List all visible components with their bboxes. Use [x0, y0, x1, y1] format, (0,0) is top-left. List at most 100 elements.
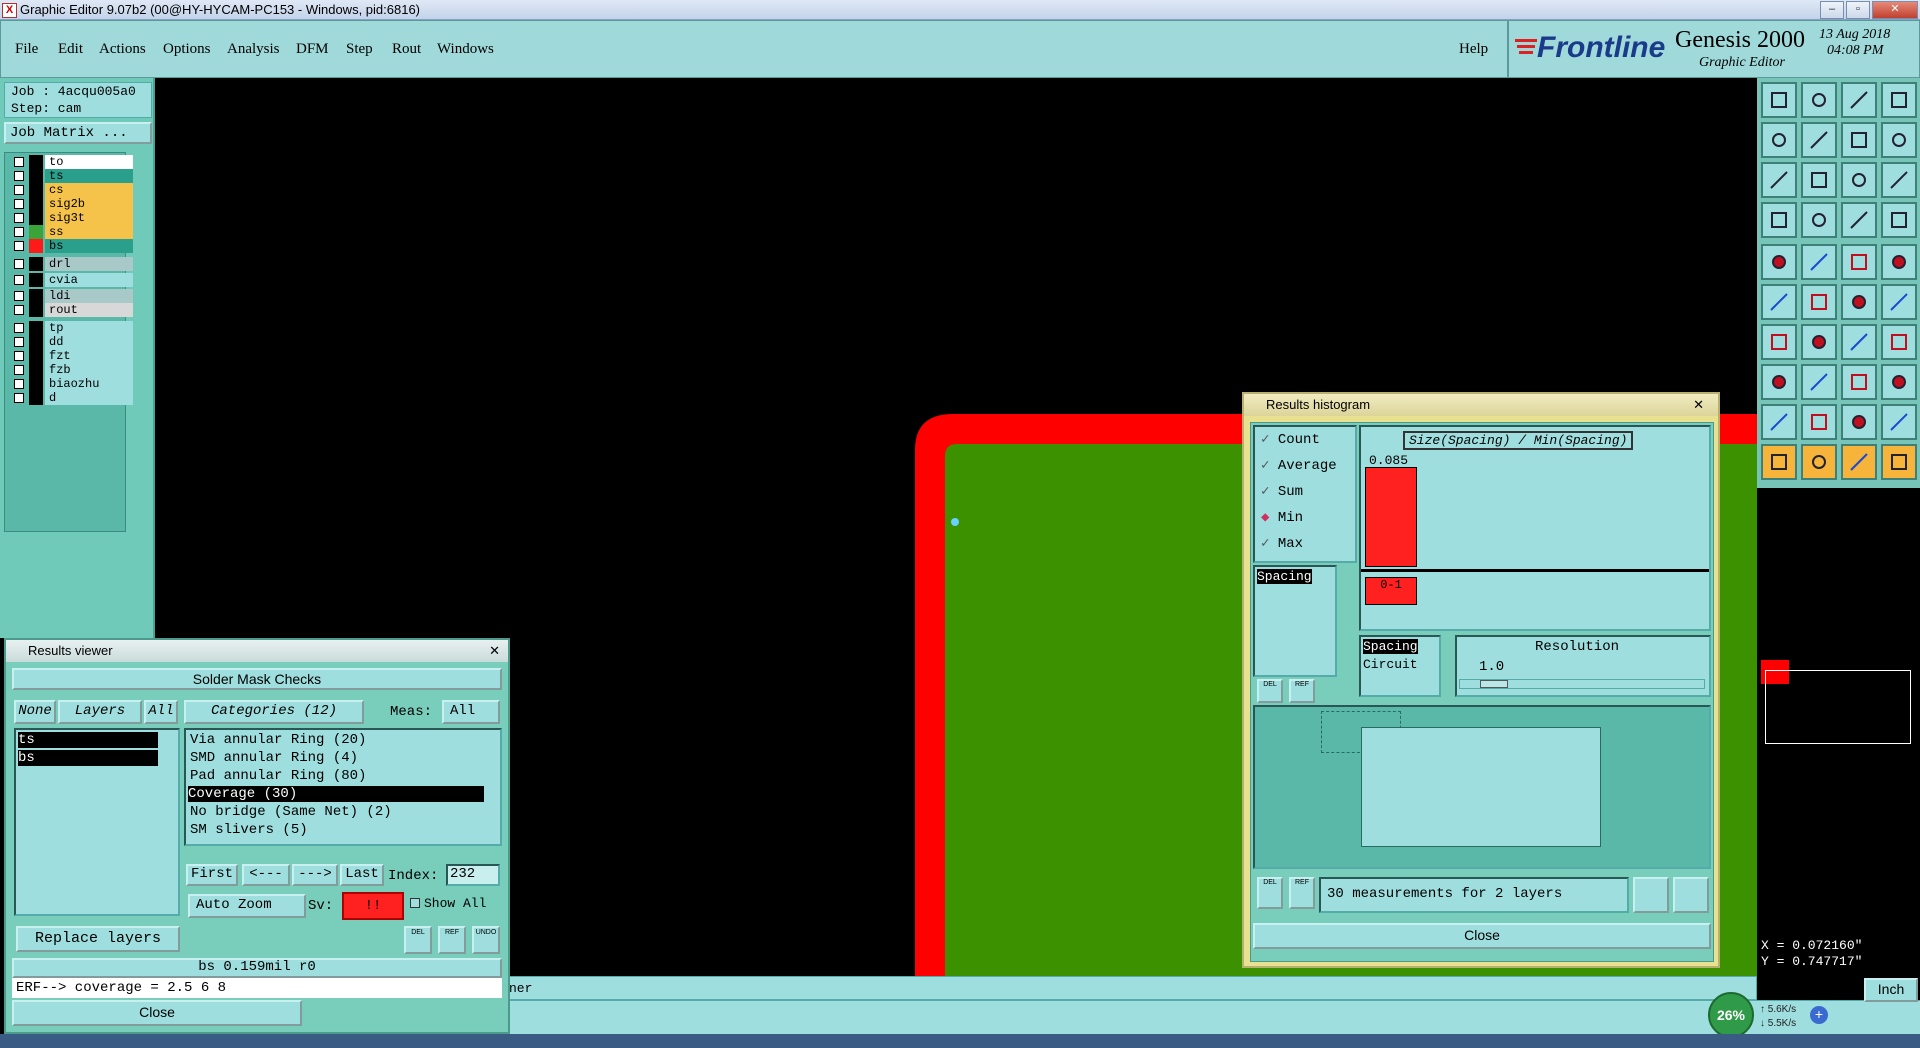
mode-count[interactable]: ✓ Count	[1261, 431, 1320, 448]
menu-windows[interactable]: Windows	[437, 41, 494, 58]
arch-icon[interactable]	[1841, 404, 1877, 440]
index-input[interactable]: 232	[446, 864, 500, 886]
layer-row-tp[interactable]: tp	[11, 321, 133, 335]
menu-rout[interactable]: Rout	[392, 41, 421, 58]
select-icon[interactable]	[1761, 444, 1797, 480]
layer-color-swatch[interactable]	[29, 289, 43, 303]
histogram-close-button[interactable]: Close	[1253, 923, 1711, 949]
menu-analysis[interactable]: Analysis	[227, 41, 280, 58]
layer-color-swatch[interactable]	[29, 225, 43, 239]
layer-row-cvia[interactable]: cvia	[11, 273, 133, 287]
layer-color-swatch[interactable]	[29, 155, 43, 169]
arch-alt-icon[interactable]	[1881, 404, 1917, 440]
layer-checkbox[interactable]	[14, 199, 24, 209]
layer-color-swatch[interactable]	[29, 197, 43, 211]
help-icon[interactable]	[1881, 162, 1917, 198]
layer-checkbox[interactable]	[14, 275, 24, 285]
circles-icon[interactable]	[1881, 364, 1917, 400]
next-button[interactable]: --->	[292, 864, 338, 886]
zoom-to-result-icon[interactable]	[1633, 877, 1669, 913]
histogram-bar[interactable]	[1365, 467, 1417, 567]
hist-ref-button-2[interactable]: REF	[1289, 877, 1315, 909]
cross-icon[interactable]	[1801, 284, 1837, 320]
layer-name[interactable]: fzt	[45, 349, 133, 363]
hist-del-button-2[interactable]: DEL	[1257, 877, 1283, 909]
pad-icon[interactable]	[1881, 324, 1917, 360]
mode-sum[interactable]: ✓ Sum	[1261, 483, 1303, 500]
layer-color-swatch[interactable]	[29, 257, 43, 271]
list-item[interactable]: bs	[18, 750, 158, 766]
categories-list[interactable]: Via annular Ring (20) SMD annular Ring (…	[184, 728, 502, 846]
line-icon[interactable]	[1761, 324, 1797, 360]
resolution-slider-thumb[interactable]	[1480, 680, 1508, 688]
layer-color-swatch[interactable]	[29, 391, 43, 405]
triangle-icon[interactable]	[1761, 404, 1797, 440]
layer-name[interactable]: dd	[45, 335, 133, 349]
del-button[interactable]: DEL	[404, 926, 432, 954]
layer-row-biaozhu[interactable]: biaozhu	[11, 377, 133, 391]
layer-checkbox[interactable]	[14, 393, 24, 403]
line-alt-icon[interactable]	[1801, 324, 1837, 360]
list-item[interactable]: SM slivers (5)	[190, 822, 308, 838]
ref-button[interactable]: REF	[438, 926, 466, 954]
layer-name[interactable]: cvia	[45, 273, 133, 287]
layer-name[interactable]: bs	[45, 239, 133, 253]
layer-name[interactable]: ss	[45, 225, 133, 239]
menu-options[interactable]: Options	[163, 41, 211, 58]
board-icon[interactable]	[1841, 202, 1877, 238]
all-button[interactable]: All	[144, 700, 178, 724]
layer-checkbox[interactable]	[14, 379, 24, 389]
menu-edit[interactable]: Edit	[58, 41, 83, 58]
plus-icon[interactable]: +	[1810, 1006, 1828, 1024]
layer-name[interactable]: sig3t	[45, 211, 133, 225]
minus-icon[interactable]	[1801, 364, 1837, 400]
scale-icon[interactable]	[1841, 162, 1877, 198]
mode-average[interactable]: ✓ Average	[1261, 457, 1337, 474]
zoom-back-icon[interactable]	[1841, 122, 1877, 158]
circle-icon[interactable]	[1881, 244, 1917, 280]
layer-name[interactable]: sig2b	[45, 197, 133, 211]
pan-right-icon[interactable]	[1801, 122, 1837, 158]
menu-dfm[interactable]: DFM	[296, 41, 329, 58]
layer-name[interactable]: rout	[45, 303, 133, 317]
connect-icon[interactable]	[1761, 284, 1797, 320]
job-matrix-button[interactable]: Job Matrix ...	[4, 122, 152, 144]
layer-name[interactable]: drl	[45, 257, 133, 271]
link-icon[interactable]	[1841, 284, 1877, 320]
layer-checkbox[interactable]	[14, 305, 24, 315]
layer-row-to[interactable]: to	[11, 155, 133, 169]
layer-color-swatch[interactable]	[29, 211, 43, 225]
layer-name[interactable]: to	[45, 155, 133, 169]
undo-button[interactable]: UNDO	[472, 926, 500, 954]
layer-checkbox[interactable]	[14, 365, 24, 375]
severity-select[interactable]: !!	[342, 892, 404, 920]
show-all-checkbox[interactable]	[410, 898, 420, 908]
layer-checkbox[interactable]	[14, 323, 24, 333]
none-button[interactable]: None	[14, 700, 56, 724]
camera-icon[interactable]	[1761, 244, 1797, 280]
layer-row-dd[interactable]: dd	[11, 335, 133, 349]
prev-button[interactable]: <---	[242, 864, 290, 886]
open-icon[interactable]	[1801, 82, 1837, 118]
layer-checkbox[interactable]	[14, 291, 24, 301]
snap-icon[interactable]	[1881, 122, 1917, 158]
layer-checkbox[interactable]	[14, 259, 24, 269]
measure-icon[interactable]	[1761, 202, 1797, 238]
select-box-icon[interactable]	[1801, 444, 1837, 480]
layer-color-swatch[interactable]	[29, 335, 43, 349]
layer-color-swatch[interactable]	[29, 363, 43, 377]
layer-row-bs[interactable]: bs	[11, 239, 133, 253]
list-item[interactable]: ts	[18, 732, 158, 748]
layer-row-drl[interactable]: drl	[11, 257, 133, 271]
layer-row-fzb[interactable]: fzb	[11, 363, 133, 377]
minimize-icon[interactable]: –	[1820, 1, 1844, 19]
hist-del-button[interactable]: DEL	[1257, 679, 1283, 703]
layer-checkbox[interactable]	[14, 241, 24, 251]
histogram-close-icon[interactable]: ✕	[1693, 394, 1704, 416]
layer-row-ss[interactable]: ss	[11, 225, 133, 239]
layer-checkbox[interactable]	[14, 337, 24, 347]
layer-row-d[interactable]: d	[11, 391, 133, 405]
ruler-icon[interactable]	[1841, 244, 1877, 280]
layer-name[interactable]: fzb	[45, 363, 133, 377]
field-list[interactable]: Spacing Circuit	[1359, 635, 1441, 697]
